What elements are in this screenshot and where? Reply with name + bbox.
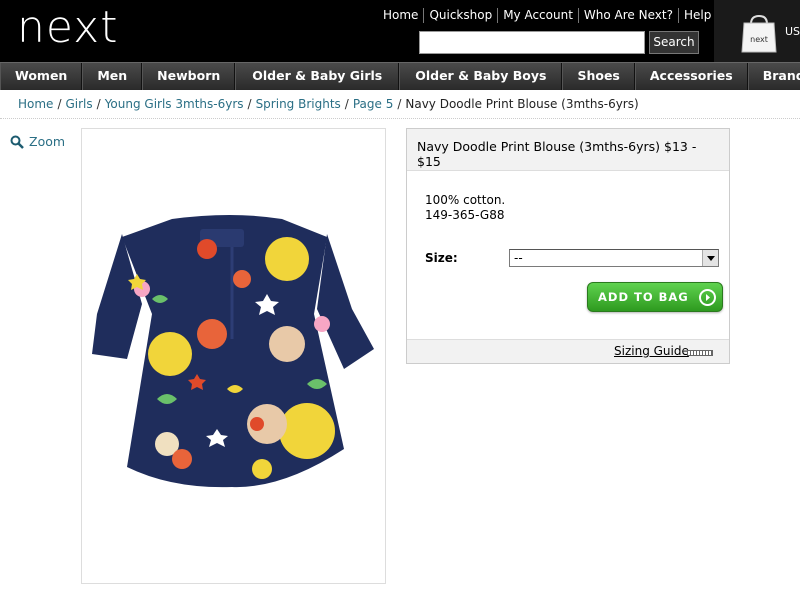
- breadcrumb: Home / Girls / Young Girls 3mths-6yrs / Spring…: [18, 97, 639, 111]
- breadcrumb-young-girls[interactable]: Young Girls 3mths-6yrs: [105, 97, 244, 111]
- breadcrumb-page[interactable]: Page 5: [353, 97, 394, 111]
- arrow-right-icon: [699, 289, 716, 306]
- search-input[interactable]: [419, 31, 645, 54]
- nav-shoes[interactable]: Shoes: [562, 63, 635, 90]
- breadcrumb-girls[interactable]: Girls: [65, 97, 92, 111]
- blouse-image: [92, 215, 374, 488]
- next-logo[interactable]: next: [17, 2, 118, 54]
- size-select-value: --: [514, 251, 523, 265]
- top-links: Home Quickshop My Account Who Are Next? …: [378, 8, 716, 23]
- product-header: Navy Doodle Print Blouse (3mths-6yrs) $1…: [407, 129, 729, 171]
- ruler-icon[interactable]: [687, 350, 713, 356]
- svg-text:next: next: [750, 35, 768, 44]
- size-select[interactable]: --: [509, 249, 719, 267]
- nav-older-baby-boys[interactable]: Older & Baby Boys: [399, 63, 563, 90]
- nav-accessories[interactable]: Accessories: [634, 63, 748, 90]
- link-my-account[interactable]: My Account: [497, 8, 578, 23]
- sizing-guide-link[interactable]: Sizing Guide: [614, 344, 689, 358]
- shopping-bag-icon: next: [741, 14, 777, 53]
- magnifier-icon: [10, 135, 24, 149]
- breadcrumb-spring-brights[interactable]: Spring Brights: [256, 97, 341, 111]
- main-nav: Women Men Newborn Older & Baby Girls Old…: [0, 62, 800, 90]
- link-who-are-next[interactable]: Who Are Next?: [577, 8, 678, 23]
- nav-older-baby-girls[interactable]: Older & Baby Girls: [235, 63, 400, 90]
- product-panel: Navy Doodle Print Blouse (3mths-6yrs) $1…: [406, 128, 730, 364]
- add-to-bag-label: ADD TO BAG: [598, 290, 689, 304]
- nav-brands[interactable]: Brands & Sp: [747, 63, 800, 90]
- product-code: 149-365-G88: [425, 208, 505, 222]
- breadcrumb-current: Navy Doodle Print Blouse (3mths-6yrs): [405, 97, 639, 111]
- link-home[interactable]: Home: [378, 8, 423, 23]
- product-details: 100% cotton. 149-365-G88: [407, 171, 729, 223]
- link-help[interactable]: Help: [677, 8, 716, 23]
- product-title: Navy Doodle Print Blouse (3mths-6yrs): [417, 139, 661, 154]
- zoom-button[interactable]: Zoom: [10, 134, 65, 149]
- product-material: 100% cotton.: [425, 193, 506, 207]
- add-to-bag-button[interactable]: ADD TO BAG: [587, 282, 723, 312]
- dropdown-arrow-icon[interactable]: [702, 250, 718, 266]
- zoom-label: Zoom: [29, 134, 66, 149]
- product-image[interactable]: [81, 128, 386, 584]
- search-button[interactable]: Search: [649, 31, 699, 54]
- nav-men[interactable]: Men: [82, 63, 143, 90]
- panel-footer: Sizing Guide: [407, 339, 729, 363]
- nav-women[interactable]: Women: [0, 63, 83, 90]
- site-header: next Home Quickshop My Account Who Are N…: [0, 0, 800, 62]
- link-quickshop[interactable]: Quickshop: [423, 8, 497, 23]
- nav-newborn[interactable]: Newborn: [142, 63, 236, 90]
- region-label: US: [785, 25, 800, 38]
- divider: [0, 118, 800, 119]
- size-label: Size:: [425, 251, 458, 265]
- breadcrumb-home[interactable]: Home: [18, 97, 53, 111]
